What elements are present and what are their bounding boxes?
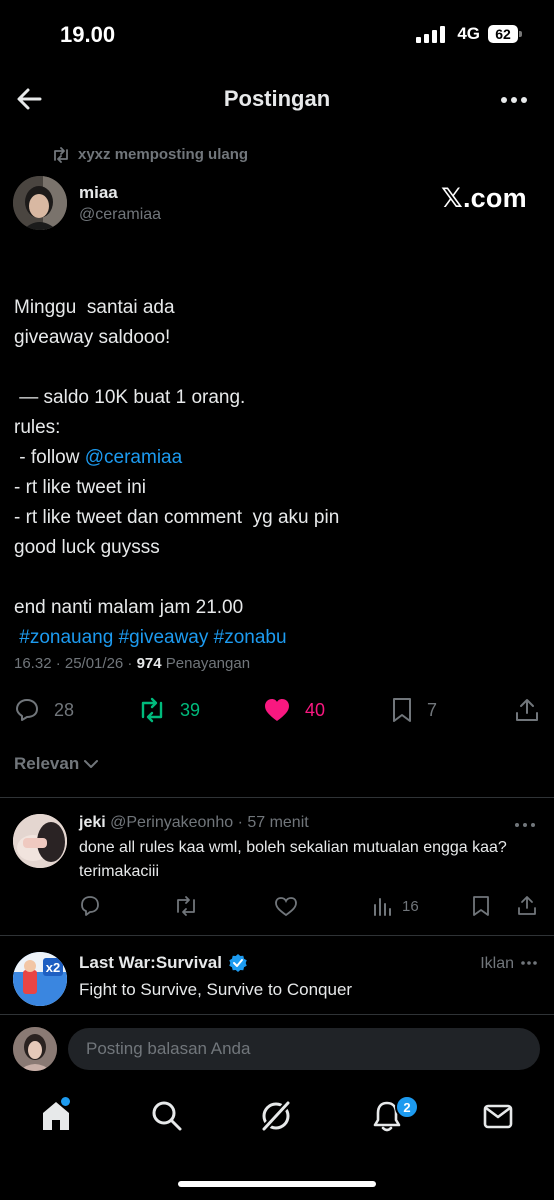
like-count: 40 bbox=[305, 699, 326, 720]
reply-compose-input[interactable]: Posting balasan Anda bbox=[68, 1028, 540, 1070]
reply-icon bbox=[81, 896, 99, 916]
reply-handle-time[interactable]: @Perinyakeonho · 57 menit bbox=[106, 814, 309, 831]
author-name[interactable]: miaa bbox=[79, 183, 118, 203]
share-icon[interactable] bbox=[514, 697, 540, 723]
ad-avatar-text: x2 bbox=[46, 960, 60, 975]
reply-like-button[interactable] bbox=[274, 895, 298, 917]
heart-filled-icon bbox=[265, 699, 289, 721]
compose-placeholder: Posting balasan Anda bbox=[86, 1039, 251, 1058]
status-indicators: 4G 62 bbox=[416, 24, 522, 44]
signal-icon bbox=[416, 25, 446, 43]
grok-icon[interactable] bbox=[259, 1099, 293, 1133]
post-body: Minggu santai ada giveaway saldooo! — sa… bbox=[14, 263, 534, 653]
reply-avatar[interactable] bbox=[13, 814, 67, 868]
x-watermark: 𝕏.com bbox=[441, 183, 527, 213]
status-time: 19.00 bbox=[60, 22, 116, 47]
heart-icon bbox=[275, 897, 297, 917]
post-line: Minggu santai ada bbox=[14, 297, 175, 318]
views-chart-icon bbox=[374, 898, 391, 916]
ad-advertiser-name: Last War:Survival bbox=[79, 953, 222, 972]
repost-count: 39 bbox=[180, 699, 201, 720]
post-timestamp[interactable]: 16.32 · 25/01/26 · bbox=[14, 655, 137, 672]
post-line: giveaway saldooo! bbox=[14, 327, 171, 348]
divider bbox=[0, 1014, 554, 1015]
chevron-down-icon bbox=[84, 760, 99, 768]
ad-avatar[interactable]: x2 bbox=[13, 952, 67, 1006]
repost-active-icon bbox=[141, 697, 163, 723]
post-line: — saldo 10K buat 1 orang. bbox=[14, 387, 246, 408]
view-label: Penayangan bbox=[161, 655, 251, 672]
divider bbox=[0, 935, 554, 936]
repost-context[interactable]: xyxz memposting ulang bbox=[52, 146, 248, 163]
avatar-image-icon bbox=[13, 176, 67, 230]
notifications-badge: 2 bbox=[395, 1095, 419, 1119]
search-icon[interactable] bbox=[150, 1099, 184, 1133]
reply-bookmark-icon[interactable] bbox=[471, 895, 491, 917]
verified-badge-icon bbox=[229, 954, 247, 972]
battery-level: 62 bbox=[495, 26, 511, 42]
reply-button[interactable]: 28 bbox=[14, 697, 74, 723]
post-line: rules: bbox=[14, 417, 61, 438]
avatar-image-icon bbox=[13, 1027, 57, 1071]
sort-dropdown[interactable]: Relevan bbox=[14, 754, 99, 774]
more-options-icon[interactable] bbox=[500, 96, 528, 104]
post-line: good luck guysss bbox=[14, 537, 160, 558]
sort-label: Relevan bbox=[14, 754, 80, 773]
reply-header: jeki @Perinyakeonho · 57 menit bbox=[79, 814, 309, 832]
battery-icon: 62 bbox=[488, 25, 522, 43]
post-line: - follow bbox=[14, 447, 85, 468]
post-line: end nanti malam jam 21.00 bbox=[14, 597, 244, 618]
ad-label: Iklan bbox=[480, 955, 514, 972]
home-notification-dot bbox=[61, 1097, 70, 1106]
mention-link[interactable]: @ceramiaa bbox=[85, 447, 182, 468]
bookmark-count: 7 bbox=[427, 699, 438, 720]
reply-more-icon[interactable] bbox=[514, 822, 536, 828]
home-indicator[interactable] bbox=[178, 1181, 376, 1187]
network-label: 4G bbox=[457, 24, 480, 43]
reply-reply-button[interactable] bbox=[79, 895, 101, 917]
repost-label: xyxz memposting ulang bbox=[78, 146, 249, 163]
bookmark-button[interactable]: 7 bbox=[391, 697, 437, 723]
hashtag-links[interactable]: #zonauang #giveaway #zonabu bbox=[14, 627, 286, 648]
reply-text: done all rules kaa wml, boleh sekalian m… bbox=[79, 839, 507, 880]
like-button[interactable]: 40 bbox=[263, 697, 325, 723]
post-line: - rt like tweet dan comment yg aku pin bbox=[14, 507, 340, 528]
reply-share-icon[interactable] bbox=[516, 894, 538, 916]
messages-icon[interactable] bbox=[481, 1099, 515, 1133]
reply-icon bbox=[16, 699, 38, 721]
repost-button[interactable]: 39 bbox=[138, 697, 200, 723]
game-logo-icon: x2 bbox=[13, 952, 67, 1006]
compose-avatar bbox=[13, 1027, 57, 1071]
ad-more-icon[interactable] bbox=[520, 960, 538, 966]
author-avatar[interactable] bbox=[13, 176, 67, 230]
reply-author-name[interactable]: jeki bbox=[79, 814, 106, 831]
ad-text: Fight to Survive, Survive to Conquer bbox=[79, 980, 353, 999]
page-title: Postingan bbox=[223, 86, 331, 111]
view-count: 974 bbox=[136, 655, 162, 672]
ad-header[interactable]: Last War:Survival bbox=[79, 953, 248, 973]
repost-icon bbox=[177, 896, 195, 916]
post-meta: 16.32 · 25/01/26 · 974 Penayangan bbox=[14, 655, 250, 672]
repost-icon bbox=[54, 146, 68, 163]
divider bbox=[0, 797, 554, 798]
reply-views-button[interactable]: 16 bbox=[372, 895, 419, 917]
reply-view-count: 16 bbox=[402, 897, 419, 915]
post-line: - rt like tweet ini bbox=[14, 477, 146, 498]
reply-repost-button[interactable] bbox=[174, 895, 198, 917]
avatar-image-icon bbox=[13, 814, 67, 868]
bookmark-icon bbox=[393, 698, 411, 722]
author-handle[interactable]: @ceramiaa bbox=[79, 206, 161, 224]
reply-count: 28 bbox=[54, 699, 75, 720]
